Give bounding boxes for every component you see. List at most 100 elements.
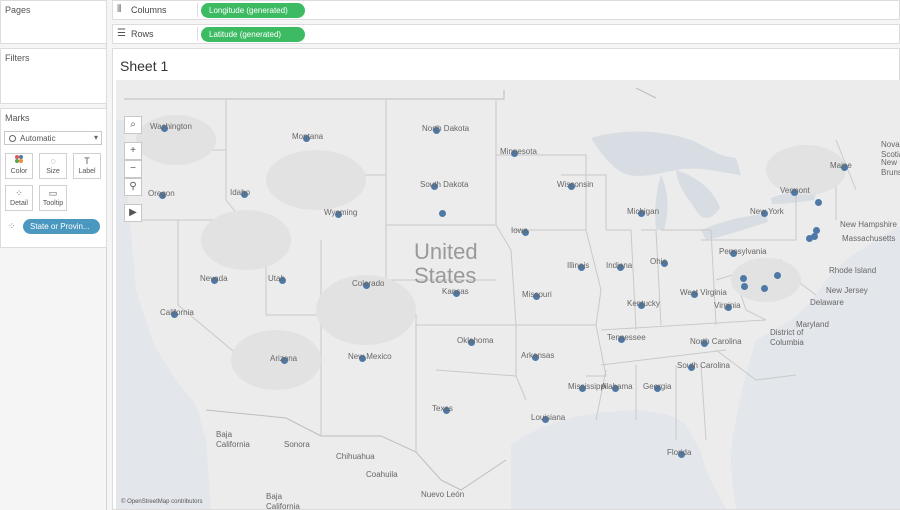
pin-icon: ⚲ [129, 181, 137, 192]
size-icon: ◌ [50, 156, 56, 166]
state-label-west-virginia: West Virginia [680, 288, 727, 297]
search-icon: ⌕ [130, 119, 136, 130]
lake-huron [676, 170, 720, 219]
state-mark-new-hampshire[interactable] [814, 198, 822, 206]
detail-icon: ⁘ [8, 221, 16, 231]
tooltip-button[interactable]: ▭ Tooltip [39, 185, 67, 211]
state-label-kentucky: Kentucky [627, 299, 660, 308]
map-attribution: © OpenStreetMap contributors [121, 499, 203, 505]
sheet-view: Sheet 1 United States Washington Oregon … [112, 48, 900, 510]
circle-icon [9, 134, 16, 142]
tooltip-label: Tooltip [42, 200, 64, 207]
state-label-virginia: Virginia [714, 301, 741, 310]
marks-title: Marks [5, 113, 30, 123]
state-field-pill[interactable]: State or Provin... [23, 219, 100, 234]
state-label-iowa: Iowa [511, 226, 528, 235]
geo-label-new-jersey: New Jersey [826, 286, 868, 295]
longitude-pill[interactable]: Longitude (generated) [201, 3, 305, 18]
expand-toolbar-button[interactable]: ▶ [124, 204, 142, 222]
geo-label-delaware: Delaware [810, 298, 844, 307]
state-label-utah: Utah [268, 274, 285, 283]
columns-label: Columns [131, 5, 167, 15]
state-label-north-carolina: North Carolina [690, 337, 742, 346]
geo-label-district-of-columbia: District of Columbia [770, 328, 804, 347]
state-label-north-dakota: North Dakota [422, 124, 470, 133]
geo-label-nova-scotia: Nova Scotia [881, 140, 900, 159]
zoom-out-button[interactable]: − [124, 160, 142, 178]
state-label-new-mexico: New Mexico [348, 352, 392, 361]
state-label-georgia: Georgia [643, 382, 672, 391]
state-label-missouri: Missouri [522, 290, 552, 299]
state-label-oklahoma: Oklahoma [457, 336, 494, 345]
rows-shelf[interactable]: ☰ Rows Latitude (generated) [112, 24, 900, 44]
state-label-montana: Montana [292, 132, 324, 141]
play-icon: ▶ [129, 207, 137, 218]
state-label-illinois: Illinois [567, 261, 590, 270]
state-label-washington: Washington [150, 122, 192, 131]
map-toolbar: ⌕ + − ⚲ ▶ [124, 116, 142, 222]
state-label-alabama: Alabama [601, 382, 633, 391]
geo-label-baja-california-sur: Baja California Sur [266, 492, 300, 509]
left-pane: Pages Filters Marks Automatic ▾ Color ◌ … [0, 0, 107, 510]
label-button[interactable]: T Label [73, 153, 101, 179]
color-icon [6, 154, 32, 168]
state-mark-new-jersey[interactable] [773, 271, 781, 279]
state-label-arkansas: Arkansas [521, 351, 555, 360]
detail-button[interactable]: ⁘ Detail [5, 185, 33, 211]
state-label-florida: Florida [667, 448, 692, 457]
filters-card[interactable]: Filters [0, 48, 107, 104]
state-label-minnesota: Minnesota [500, 147, 537, 156]
pin-button[interactable]: ⚲ [124, 178, 142, 196]
state-label-nevada: Nevada [200, 274, 228, 283]
minus-icon: − [130, 163, 136, 174]
geo-label-sonora: Sonora [284, 440, 310, 449]
shelf-divider [197, 3, 198, 17]
state-label-wisconsin: Wisconsin [557, 180, 594, 189]
plus-icon: + [130, 145, 136, 156]
mark-type-dropdown[interactable]: Automatic ▾ [4, 131, 102, 145]
state-label-pennsylvania: Pennsylvania [719, 247, 767, 256]
state-mark-district-of-columbia[interactable] [739, 274, 747, 282]
geo-label-new-brunswick: New Brunswick [881, 158, 900, 177]
state-mark-rhode-island[interactable] [812, 226, 820, 234]
geo-label-chihuahua: Chihuahua [336, 452, 375, 461]
state-mark-delaware[interactable] [760, 284, 768, 292]
state-label-oregon: Oregon [148, 189, 175, 198]
country-label-line-2: States [414, 263, 477, 288]
detail-label: Detail [10, 200, 28, 207]
rows-label: Rows [131, 29, 154, 39]
lake-superior [591, 131, 741, 176]
state-label-michigan: Michigan [627, 207, 660, 216]
zoom-in-button[interactable]: + [124, 142, 142, 160]
shelf-divider [197, 27, 198, 41]
rows-icon: ☰ [117, 28, 126, 39]
map-view[interactable]: United States Washington Oregon California… [116, 80, 900, 509]
columns-icon: ⦀ [117, 4, 122, 15]
state-label-ohio: Ohio [650, 257, 667, 266]
state-label-maine: Maine [830, 161, 852, 170]
state-mark-connecticut[interactable] [805, 234, 813, 242]
filters-title: Filters [5, 53, 30, 63]
color-label: Color [10, 168, 28, 175]
columns-shelf[interactable]: ⦀ Columns Longitude (generated) [112, 0, 900, 20]
size-button[interactable]: ◌ Size [39, 153, 67, 179]
label-label: Label [78, 168, 96, 175]
geo-label-nuevo-le-n: Nuevo León [421, 490, 465, 499]
search-button[interactable]: ⌕ [124, 116, 142, 134]
pages-card[interactable]: Pages [0, 0, 107, 44]
canada-border [124, 90, 505, 100]
country-label: United States [414, 240, 478, 288]
state-label-wyoming: Wyoming [324, 208, 358, 217]
geo-label-massachusetts: Massachusetts [842, 234, 896, 243]
color-button[interactable]: Color [5, 153, 33, 179]
state-label-kansas: Kansas [442, 287, 469, 296]
size-label: Size [46, 168, 60, 175]
state-label-california: California [160, 308, 194, 317]
tableau-workspace: Pages Filters Marks Automatic ▾ Color ◌ … [0, 0, 900, 510]
state-label-colorado: Colorado [352, 279, 385, 288]
state-label-south-dakota: South Dakota [420, 180, 469, 189]
state-mark-nebraska[interactable] [438, 209, 446, 217]
latitude-pill[interactable]: Latitude (generated) [201, 27, 305, 42]
state-mark-maryland[interactable] [740, 282, 748, 290]
geo-label-rhode-island: Rhode Island [829, 266, 877, 275]
